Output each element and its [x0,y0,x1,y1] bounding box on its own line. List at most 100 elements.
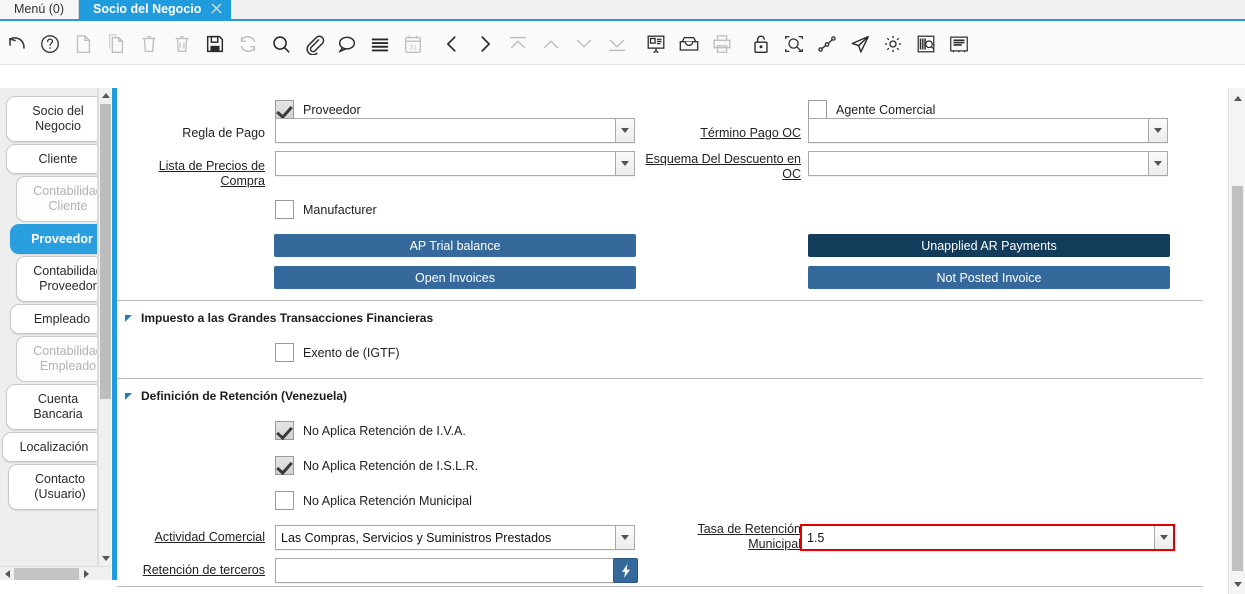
field-actividad-comercial[interactable]: Las Compras, Servicios y Suministros Pre… [275,525,635,550]
checkbox-manufacturer-box[interactable] [275,200,294,219]
main-scrollbar-thumb[interactable] [1232,186,1243,571]
sidebar-hscrollbar-thumb[interactable] [14,568,79,580]
help-icon[interactable] [33,27,66,61]
barcode-icon[interactable] [909,27,942,61]
sidebar-item-localizacion[interactable]: Localización [2,432,98,462]
save-icon[interactable] [198,27,231,61]
scroll-left-icon[interactable] [0,567,14,581]
sidebar-item-cuenta-bancaria[interactable]: Cuenta Bancaria [6,384,98,430]
checkbox-no-aplica-retencion-municipal[interactable]: No Aplica Retención Municipal [275,491,472,510]
sidebar-item-contabilidad-proveedor[interactable]: Contabilidad Proveedor [16,256,98,302]
chevron-down-icon[interactable] [615,152,634,175]
section-header-retencion-label: Definición de Retención (Venezuela) [141,389,347,403]
field-termino-pago-oc-value[interactable] [809,119,1148,142]
tab-menu-label: Menú (0) [14,2,64,16]
chevron-down-icon[interactable] [615,119,634,142]
close-icon[interactable] [210,2,223,15]
grid-toggle-icon[interactable] [363,27,396,61]
report-icon[interactable] [639,27,672,61]
tab-socio-del-negocio[interactable]: Socio del Negocio [79,0,231,19]
label-retencion-de-terceros[interactable]: Retención de terceros [117,563,265,578]
sidebar-item-contacto-usuario[interactable]: Contacto (Usuario) [8,464,98,510]
label-lista-precios-compra[interactable]: Lista de Precios de Compra [117,159,265,189]
sidebar-item-empleado[interactable]: Empleado [10,304,98,334]
checkbox-agente-comercial[interactable]: Agente Comercial [808,100,935,119]
field-lista-precios-compra[interactable] [275,151,635,176]
checkbox-no-aplica-retencion-islr-box[interactable] [275,456,294,475]
window-tab-bar: Menú (0) Socio del Negocio [0,0,1245,21]
collapse-triangle-icon[interactable] [125,393,132,400]
search-icon[interactable] [264,27,297,61]
scroll-right-icon[interactable] [79,567,93,581]
sidebar-horizontal-scrollbar[interactable] [0,566,111,580]
open-invoices-label: Open Invoices [415,271,495,285]
sidebar-vertical-scrollbar[interactable] [98,88,111,566]
gear-icon[interactable] [876,27,909,61]
label-actividad-comercial[interactable]: Actividad Comercial [117,530,265,545]
checkbox-no-aplica-retencion-municipal-label: No Aplica Retención Municipal [303,494,472,508]
chevron-down-icon[interactable] [1154,526,1173,549]
field-retencion-de-terceros-value[interactable] [276,559,614,582]
send-icon[interactable] [843,27,876,61]
chevron-down-icon[interactable] [1148,152,1167,175]
sidebar-item-cliente[interactable]: Cliente [6,144,98,174]
field-esquema-descuento-oc-value[interactable] [809,152,1148,175]
previous-record-icon[interactable] [435,27,468,61]
section-header-retencion[interactable]: Definición de Retención (Venezuela) [125,389,347,403]
sidebar-item-proveedor[interactable]: Proveedor [10,224,98,254]
chevron-down-icon[interactable] [615,526,634,549]
lightning-icon[interactable] [613,558,638,583]
field-regla-de-pago-value[interactable] [276,119,615,142]
checkbox-no-aplica-retencion-iva-box[interactable] [275,421,294,440]
checkbox-exento-igtf[interactable]: Exento de (IGTF) [275,343,400,362]
label-esquema-descuento-oc[interactable]: Esquema Del Descuento en OC [642,152,801,182]
field-actividad-comercial-value[interactable]: Las Compras, Servicios y Suministros Pre… [276,526,615,549]
scroll-down-icon[interactable] [1229,576,1245,592]
field-esquema-descuento-oc[interactable] [808,151,1168,176]
field-termino-pago-oc[interactable] [808,118,1168,143]
scroll-up-icon[interactable] [99,88,112,103]
scroll-up-icon[interactable] [1229,90,1245,106]
attachment-icon[interactable] [297,27,330,61]
zoom-across-icon[interactable] [777,27,810,61]
main-toolbar: 31 [0,23,1245,65]
not-posted-invoice-button[interactable]: Not Posted Invoice [808,266,1170,289]
scroll-down-icon[interactable] [99,551,112,566]
workflow-icon[interactable] [810,27,843,61]
open-invoices-button[interactable]: Open Invoices [274,266,636,289]
unapplied-ar-payments-label: Unapplied AR Payments [921,239,1057,253]
checkbox-agente-comercial-box[interactable] [808,100,827,119]
checkbox-manufacturer[interactable]: Manufacturer [275,200,377,219]
main-vertical-scrollbar[interactable] [1228,88,1245,594]
undo-icon[interactable] [0,27,33,61]
checkbox-proveedor[interactable]: Proveedor [275,100,361,119]
tab-menu[interactable]: Menú (0) [0,0,79,19]
checkbox-no-aplica-retencion-islr[interactable]: No Aplica Retención de I.S.L.R. [275,456,478,475]
sidebar-item-label: Proveedor [31,232,93,247]
field-regla-de-pago[interactable] [275,118,635,143]
checkbox-no-aplica-retencion-municipal-box[interactable] [275,491,294,510]
section-header-igtf[interactable]: Impuesto a las Grandes Transacciones Fin… [125,311,433,325]
lock-icon[interactable] [744,27,777,61]
next-record-icon[interactable] [468,27,501,61]
field-tasa-retencion-municipal-value[interactable]: 1.5 [802,526,1154,549]
checkbox-exento-igtf-box[interactable] [275,343,294,362]
checkbox-proveedor-box[interactable] [275,100,294,119]
collapse-triangle-icon[interactable] [125,315,132,322]
field-tasa-retencion-municipal[interactable]: 1.5 [800,524,1175,551]
unapplied-ar-payments-button[interactable]: Unapplied AR Payments [808,234,1170,257]
field-lista-precios-compra-value[interactable] [276,152,615,175]
label-tasa-retencion-municipal[interactable]: Tasa de Retención Municipal [642,522,801,552]
sidebar-item-socio-del-negocio[interactable]: Socio del Negocio [6,96,98,142]
sidebar-item-label: Cuenta Bancaria [33,392,82,422]
chat-icon[interactable] [330,27,363,61]
checkbox-no-aplica-retencion-iva[interactable]: No Aplica Retención de I.V.A. [275,421,466,440]
archive-icon[interactable] [672,27,705,61]
field-retencion-de-terceros[interactable] [275,558,615,583]
tab-sidebar[interactable]: Socio del Negocio Cliente Contabilidad C… [0,88,98,580]
document-icon[interactable] [942,27,975,61]
checkbox-proveedor-label: Proveedor [303,103,361,117]
sidebar-scrollbar-thumb[interactable] [100,104,111,399]
chevron-down-icon[interactable] [1148,119,1167,142]
ap-trial-balance-button[interactable]: AP Trial balance [274,234,636,257]
